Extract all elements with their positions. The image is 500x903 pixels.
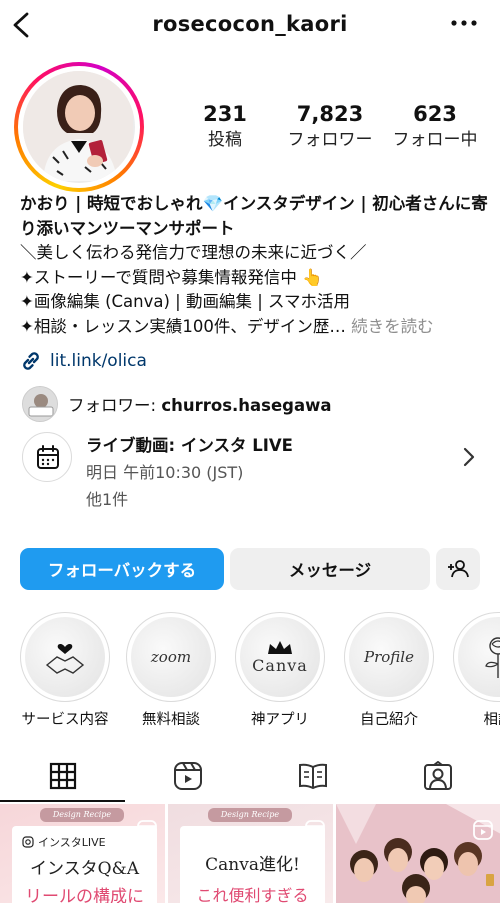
profile-tabs bbox=[0, 748, 500, 804]
post-card: インスタLIVE インスタQ&A リールの構成に bbox=[12, 826, 157, 903]
rose-icon bbox=[485, 637, 500, 678]
tab-posts-grid[interactable] bbox=[0, 748, 125, 804]
instagram-icon bbox=[22, 836, 34, 848]
profile-avatar-story-ring[interactable] bbox=[14, 62, 144, 192]
stat-followers-label: フォロワー bbox=[287, 130, 373, 150]
calendar-icon bbox=[37, 445, 59, 469]
crown-icon bbox=[268, 640, 292, 654]
followed-by-row[interactable]: フォロワー: churros.hasegawa bbox=[22, 386, 332, 422]
highlight-consult[interactable]: 相談 bbox=[443, 612, 500, 729]
link-chain-icon bbox=[23, 352, 39, 370]
post-title: Canva進化! bbox=[205, 855, 300, 875]
stat-posts-label: 投稿 bbox=[208, 130, 242, 150]
tagged-icon bbox=[423, 761, 452, 790]
post-thumbnail[interactable]: Design Recipe インスタLIVE インスタQ&A リールの構成に bbox=[0, 804, 165, 903]
message-button[interactable]: メッセージ bbox=[230, 548, 430, 590]
event-more-count: 他1件 bbox=[86, 490, 129, 509]
bio-name-part1: かおり | 時短でおしゃれ bbox=[20, 194, 203, 213]
highlight-caption: 自己紹介 bbox=[360, 712, 418, 728]
suggest-people-button[interactable] bbox=[436, 548, 480, 590]
group-photo bbox=[336, 804, 500, 903]
post-subtitle: これ便利すぎる bbox=[196, 886, 309, 903]
read-more-link[interactable]: 続きを読む bbox=[351, 317, 434, 336]
top-bar: rosecocon_kaori bbox=[0, 0, 500, 52]
bio-line: ＼美しく伝わる発信力で理想の未来に近づく／ bbox=[20, 243, 367, 262]
tab-tagged[interactable] bbox=[375, 748, 500, 804]
post-label: インスタLIVE bbox=[38, 836, 106, 849]
follower-avatar bbox=[22, 386, 58, 422]
event-time: 明日 午前10:30 (JST) bbox=[86, 463, 244, 482]
upcoming-event[interactable]: ライブ動画: インスタ LIVE 明日 午前10:30 (JST) 他1件 bbox=[22, 428, 482, 514]
grid-icon bbox=[49, 762, 76, 790]
tab-guides[interactable] bbox=[250, 748, 375, 804]
highlight-caption: 神アプリ bbox=[251, 712, 309, 728]
tab-reels[interactable] bbox=[125, 748, 250, 804]
highlight-word: Canva bbox=[252, 655, 308, 675]
highlight-caption: サービス内容 bbox=[21, 712, 109, 728]
post-label-row: インスタLIVE bbox=[22, 834, 106, 850]
posts-grid: Design Recipe インスタLIVE インスタQ&A リールの構成に D… bbox=[0, 804, 500, 903]
followed-by-prefix: フォロワー: bbox=[68, 396, 162, 415]
post-thumbnail[interactable] bbox=[336, 804, 500, 903]
more-options-icon[interactable] bbox=[450, 16, 478, 30]
highlight-caption: 相談 bbox=[483, 712, 500, 728]
highlight-profile[interactable]: Profile 自己紹介 bbox=[334, 612, 444, 729]
profile-link[interactable]: lit.link/olica bbox=[20, 348, 147, 374]
highlight-app[interactable]: Canva 神アプリ bbox=[225, 612, 335, 729]
stat-followers[interactable]: 7,823 フォロワー bbox=[275, 100, 385, 152]
profile-stats: 231 投稿 7,823 フォロワー 623 フォロー中 bbox=[170, 100, 490, 160]
followed-by-user: churros.hasegawa bbox=[161, 396, 332, 415]
highlight-word: Profile bbox=[364, 648, 414, 666]
reels-icon bbox=[173, 762, 202, 790]
post-card: Canva進化! これ便利すぎる bbox=[180, 826, 325, 903]
stat-following-label: フォロー中 bbox=[392, 130, 478, 150]
bio-line-text: ✦相談・レッスン実績100件、デザイン歴… bbox=[20, 316, 346, 336]
heart-handshake-icon bbox=[45, 643, 85, 674]
highlight-caption: 無料相談 bbox=[142, 712, 200, 728]
follow-back-button[interactable]: フォローバックする bbox=[20, 548, 224, 590]
avatar bbox=[23, 71, 135, 183]
highlight-free-consult[interactable]: zoom 無料相談 bbox=[116, 612, 226, 729]
bio-line-text: ✦ストーリーで質問や募集情報発信中 bbox=[20, 267, 297, 287]
post-title: インスタQ&A bbox=[29, 859, 139, 879]
highlight-service[interactable]: サービス内容 bbox=[10, 612, 120, 729]
reel-indicator-icon bbox=[473, 820, 493, 840]
bio-line: ✦相談・レッスン実績100件、デザイン歴… 続きを読む bbox=[20, 315, 490, 340]
stat-posts-count: 231 bbox=[203, 102, 247, 126]
post-tag: Design Recipe bbox=[208, 808, 292, 822]
post-thumbnail[interactable]: Design Recipe Canva進化! これ便利すぎる bbox=[168, 804, 333, 903]
profile-bio: かおり | 時短でおしゃれ💎インスタデザイン | 初心者さんに寄り添いマンツーマ… bbox=[20, 192, 490, 339]
bio-line: ✦ストーリーで質問や募集情報発信中 👆 bbox=[20, 266, 490, 291]
profile-username: rosecocon_kaori bbox=[152, 12, 348, 36]
story-highlights: サービス内容 zoom 無料相談 Canva 神アプリ Profile 自己紹介… bbox=[0, 612, 500, 732]
stat-posts[interactable]: 231 投稿 bbox=[170, 100, 280, 152]
guide-icon bbox=[298, 763, 327, 790]
event-calendar-badge bbox=[22, 432, 72, 482]
avatar-photo-illustration bbox=[23, 71, 133, 181]
post-tag: Design Recipe bbox=[40, 808, 124, 822]
bio-line: ✦画像編集 (Canva) | 動画編集 | スマホ活用 bbox=[20, 292, 351, 311]
highlight-word: zoom bbox=[150, 648, 192, 666]
followed-by-text: フォロワー: churros.hasegawa bbox=[68, 392, 332, 416]
profile-action-buttons: フォローバックする メッセージ bbox=[20, 548, 480, 590]
stat-following[interactable]: 623 フォロー中 bbox=[380, 100, 490, 152]
gem-icon: 💎 bbox=[202, 194, 224, 213]
stat-followers-count: 7,823 bbox=[296, 102, 364, 126]
chevron-right-icon bbox=[463, 447, 475, 467]
bio-display-name: かおり | 時短でおしゃれ💎インスタデザイン | 初心者さんに寄り添いマンツーマ… bbox=[20, 192, 490, 241]
profile-link-text: lit.link/olica bbox=[50, 351, 147, 371]
stat-following-count: 623 bbox=[413, 102, 457, 126]
post-subtitle: リールの構成に bbox=[25, 887, 144, 903]
pointing-hand-icon: 👆 bbox=[296, 267, 323, 287]
event-title: ライブ動画: インスタ LIVE bbox=[86, 436, 293, 455]
add-person-icon bbox=[448, 560, 469, 578]
